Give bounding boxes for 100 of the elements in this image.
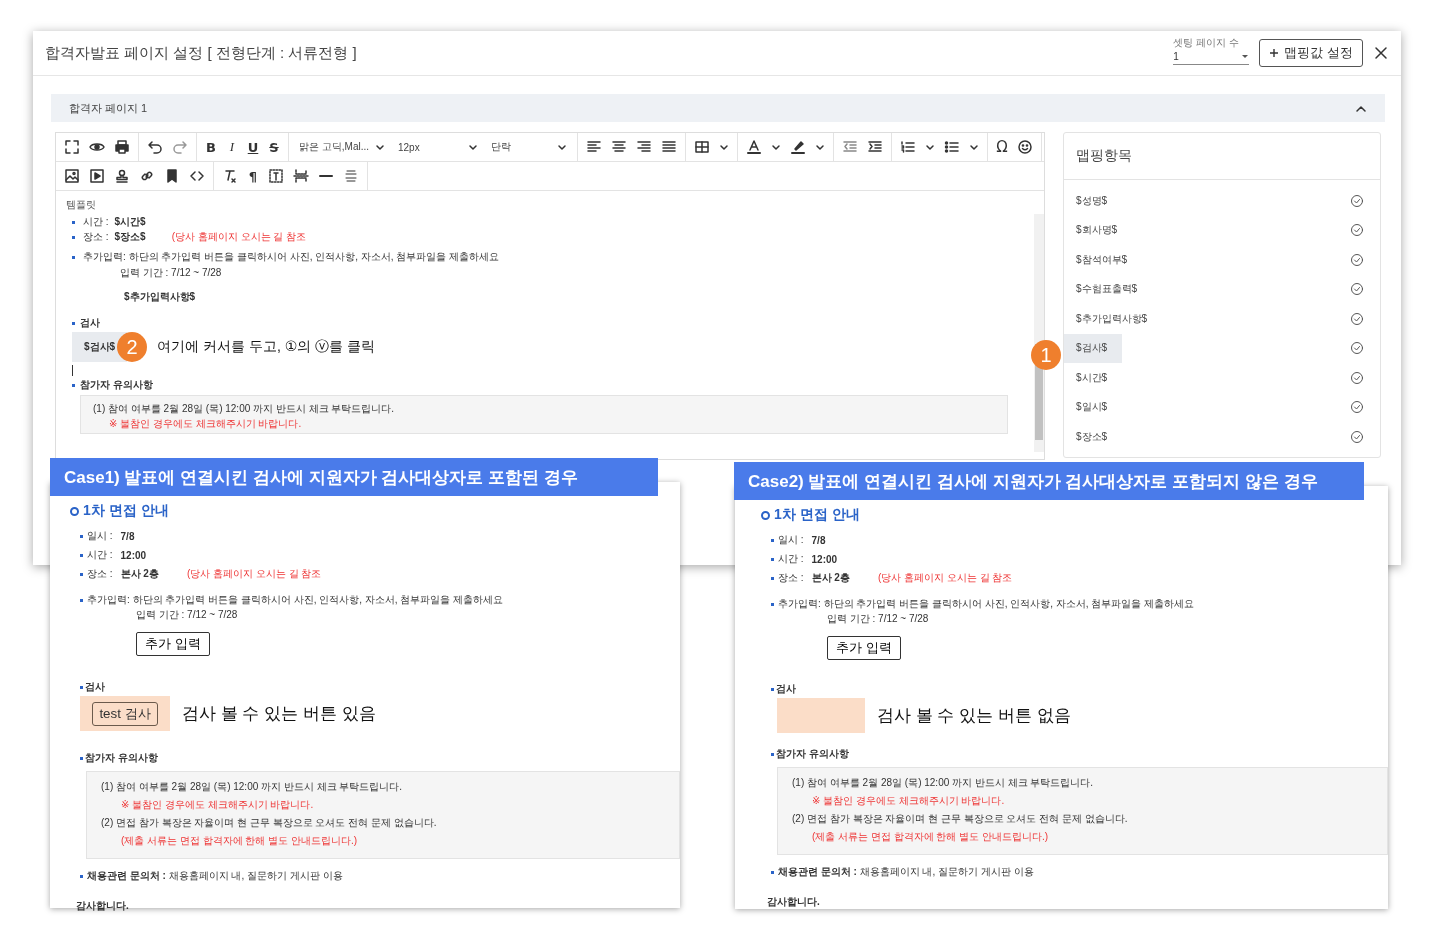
field-value: 12:00 xyxy=(811,553,838,565)
add-input-button[interactable]: 추가 입력 xyxy=(136,632,210,656)
undo-icon[interactable] xyxy=(147,139,163,155)
accordion-header[interactable]: 합격자 페이지 1 xyxy=(51,94,1385,122)
underline-button[interactable]: U xyxy=(247,139,259,155)
field-value: 12:00 xyxy=(120,549,147,561)
contact-text: 채용관련 문의처 : 채용홈페이지 내, 질문하기 게시판 이용 xyxy=(778,865,1034,879)
annotation-text: 검사 볼 수 있는 버튼 없음 xyxy=(877,705,1071,727)
mapping-item[interactable]: $성명$ xyxy=(1064,186,1122,216)
check-circle-icon[interactable] xyxy=(1350,429,1364,444)
mapping-item[interactable]: $검사$ xyxy=(1064,333,1122,363)
text-cursor xyxy=(72,365,73,376)
exam-button[interactable]: test 검사 xyxy=(92,701,158,726)
check-circle-icon[interactable] xyxy=(1350,252,1364,267)
caret-icon[interactable] xyxy=(771,142,781,152)
check-circle-icon[interactable] xyxy=(1350,400,1364,415)
section-label: 검사 xyxy=(776,682,796,696)
check-circle-icon[interactable] xyxy=(1350,311,1364,326)
justify-icon[interactable] xyxy=(661,139,677,155)
annotation-text: 검사 볼 수 있는 버튼 있음 xyxy=(182,703,376,725)
caret-icon[interactable] xyxy=(719,142,729,152)
field-label: 장소 : xyxy=(83,230,109,244)
special-character-button[interactable]: Ω xyxy=(996,138,1008,156)
contact-text: 채용관련 문의처 : 채용홈페이지 내, 질문하기 게시판 이용 xyxy=(87,869,343,883)
code-icon[interactable] xyxy=(189,168,205,184)
numbered-list-icon[interactable] xyxy=(900,139,916,155)
caret-icon[interactable] xyxy=(815,142,825,152)
mapping-button[interactable]: 맵핑값 설정 xyxy=(1259,39,1363,67)
check-circle-icon[interactable] xyxy=(1350,341,1364,356)
smiley-icon[interactable] xyxy=(1017,139,1033,155)
caret-icon[interactable] xyxy=(468,142,478,152)
section-label: 검사 xyxy=(85,680,105,694)
field-value: 7/8 xyxy=(811,534,826,546)
stamp-icon[interactable] xyxy=(114,168,130,184)
notice-text: ※ 불참인 경우에도 체크해주시기 바랍니다. xyxy=(120,798,315,812)
mapping-item[interactable]: $참석여부$ xyxy=(1064,245,1138,275)
section-label: 참가자 유의사항 xyxy=(776,747,849,761)
image-icon[interactable] xyxy=(64,168,80,184)
field-label: 일시 : xyxy=(87,529,113,543)
table-icon[interactable] xyxy=(694,139,710,155)
caret-icon[interactable] xyxy=(375,142,385,152)
page-break-icon[interactable] xyxy=(293,168,309,184)
italic-button[interactable]: I xyxy=(226,139,238,155)
bold-button[interactable]: B xyxy=(205,139,217,155)
caret-icon[interactable] xyxy=(925,142,935,152)
pilcrow-button[interactable]: ¶ xyxy=(247,168,259,184)
case-title-banner: Case2) 발표에 연결시킨 검사에 지원자가 검사대상자로 포함되지 않은 경우 xyxy=(734,462,1364,500)
field-label: 셋팅 페이지 수 xyxy=(1173,35,1240,50)
scrollbar[interactable] xyxy=(1034,214,1044,452)
video-icon[interactable] xyxy=(89,168,105,184)
mapping-item[interactable]: $일시$ xyxy=(1064,392,1122,422)
check-circle-icon[interactable] xyxy=(1350,370,1364,385)
note-text: (당사 홈페이지 오시는 길 참조 xyxy=(877,571,1013,585)
mapping-item[interactable]: $장소$ xyxy=(1064,422,1122,452)
format-select[interactable]: 단락 xyxy=(489,140,569,154)
redo-icon[interactable] xyxy=(172,139,188,155)
field-label: 일시 : xyxy=(778,533,804,547)
size-select[interactable]: 12px xyxy=(396,141,480,153)
font-select[interactable]: 맑은 고딕,Mal... xyxy=(297,140,387,154)
spellcheck-icon[interactable] xyxy=(343,168,359,184)
align-center-icon[interactable] xyxy=(611,139,627,155)
text-color-icon[interactable] xyxy=(746,139,762,155)
show-blocks-icon[interactable] xyxy=(268,168,284,184)
bookmark-icon[interactable] xyxy=(164,168,180,184)
body-text: 추가입력: 하단의 추가입력 버튼을 클릭하시어 사진, 인적사항, 자소서, 첨부파일을 제출하세요 xyxy=(778,597,1195,611)
notice-text: (제출 서류는 면접 합격자에 한해 별도 안내드립니다.) xyxy=(811,830,1050,844)
add-input-button[interactable]: 추가 입력 xyxy=(827,636,901,660)
closing-text: 감사합니다. xyxy=(76,899,130,913)
caret-icon[interactable] xyxy=(969,142,979,152)
strikethrough-button[interactable]: S xyxy=(268,139,280,155)
field-value: $장소$ xyxy=(114,230,146,244)
caret-icon[interactable] xyxy=(557,142,567,152)
check-circle-icon[interactable] xyxy=(1350,193,1364,208)
highlighter-icon[interactable] xyxy=(790,139,806,155)
section-label: 검사 xyxy=(80,316,100,330)
panel-title: 맵핑항목 xyxy=(1064,133,1380,180)
close-icon[interactable] xyxy=(1373,45,1389,61)
notice-text: ※ 불참인 경우에도 체크해주시기 바랍니다. xyxy=(108,417,303,431)
mapping-item[interactable]: $회사명$ xyxy=(1064,215,1128,245)
mapping-item[interactable]: $시간$ xyxy=(1064,363,1122,393)
print-icon[interactable] xyxy=(114,139,130,155)
circle-icon xyxy=(70,506,79,516)
clear-format-icon[interactable] xyxy=(222,168,238,184)
check-circle-icon[interactable] xyxy=(1350,282,1364,297)
indent-icon[interactable] xyxy=(867,139,883,155)
page-count-select[interactable]: 1 xyxy=(1173,49,1250,65)
check-circle-icon[interactable] xyxy=(1350,223,1364,238)
field-label: 템플릿 xyxy=(65,198,97,212)
mapping-item[interactable]: $수험표출력$ xyxy=(1064,274,1148,304)
section-heading: 1차 면접 안내 xyxy=(774,506,860,524)
bullet-list-icon[interactable] xyxy=(944,139,960,155)
fullscreen-icon[interactable] xyxy=(64,139,80,155)
mapping-item[interactable]: $추가입력사항$ xyxy=(1064,304,1158,334)
align-right-icon[interactable] xyxy=(636,139,652,155)
body-text: 입력 기간 : 7/12 ~ 7/28 xyxy=(119,266,223,280)
field-value: 7/8 xyxy=(120,530,135,542)
align-left-icon[interactable] xyxy=(586,139,602,155)
field-label: 장소 : xyxy=(778,571,804,585)
closing-text: 감사합니다. xyxy=(767,895,821,909)
body-text: 추가입력: 하단의 추가입력 버튼을 클릭하시어 사진, 인적사항, 자소서, 첨부파일을 제출하세요 xyxy=(83,250,500,264)
